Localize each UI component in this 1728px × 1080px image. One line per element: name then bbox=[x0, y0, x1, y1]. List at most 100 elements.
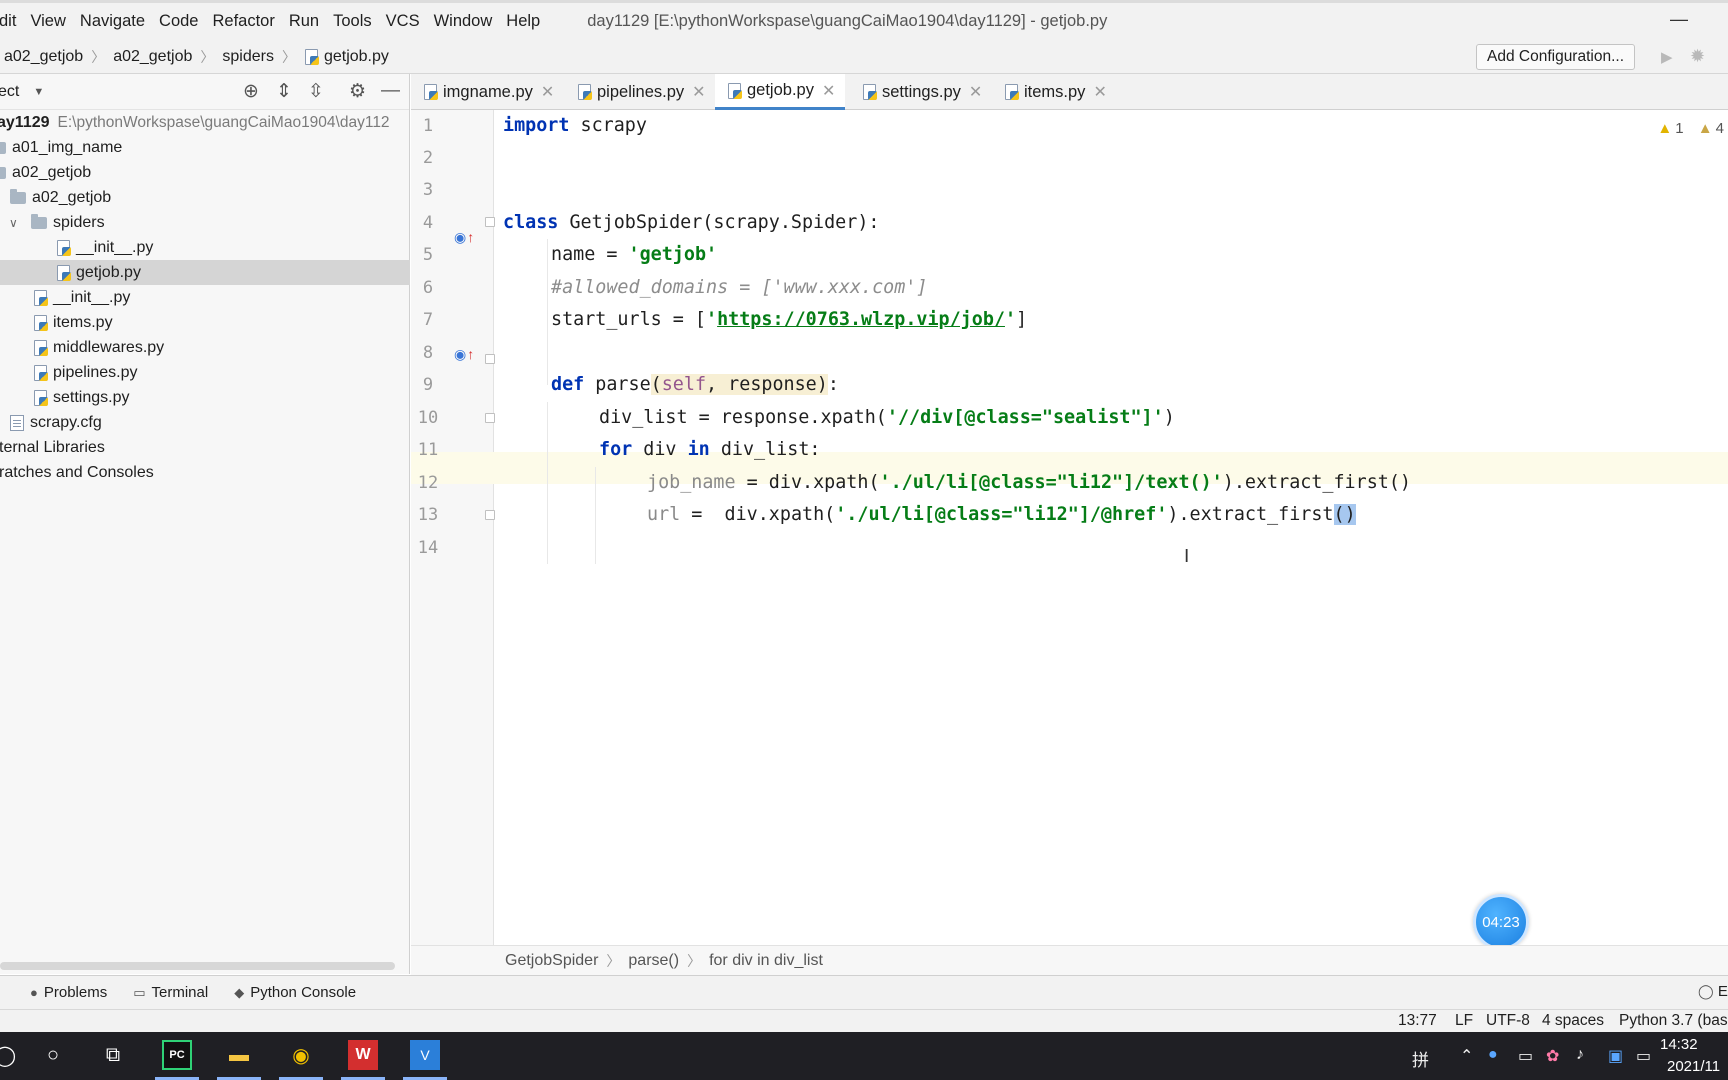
tree-item-scrapy-cfg[interactable]: scrapy.cfg bbox=[0, 410, 410, 435]
volume-icon[interactable]: ♪ bbox=[1576, 1046, 1584, 1064]
tree-item-scratches[interactable]: ratches and Consoles bbox=[0, 460, 410, 485]
tree-item-pipelines[interactable]: pipelines.py bbox=[0, 360, 410, 385]
expand-all-icon[interactable]: ⇕ bbox=[276, 80, 292, 103]
recorder-icon[interactable]: V bbox=[410, 1040, 440, 1070]
menu-bar: dit View Navigate Code Refactor Run Tool… bbox=[0, 0, 1728, 40]
chevron-up-icon[interactable]: ⌃ bbox=[1460, 1046, 1473, 1066]
tree-item-label: ay1129 bbox=[0, 113, 50, 131]
start-icon[interactable]: ◯ bbox=[0, 1040, 20, 1070]
gear-icon[interactable]: ⚙ bbox=[349, 80, 366, 103]
line-separator[interactable]: LF bbox=[1455, 1012, 1473, 1030]
breadcrumb-loop[interactable]: for div in div_list bbox=[709, 952, 823, 970]
tab-imgname[interactable]: imgname.py ✕ bbox=[423, 74, 554, 110]
tree-item-external-libraries[interactable]: ternal Libraries bbox=[0, 435, 410, 460]
close-icon[interactable]: ✕ bbox=[541, 82, 554, 102]
close-icon[interactable]: ✕ bbox=[692, 82, 705, 102]
nav-crumb-file[interactable]: getjob.py bbox=[324, 48, 389, 66]
run-icon[interactable]: ▶ bbox=[1661, 48, 1673, 66]
security-icon[interactable]: ● bbox=[1488, 1046, 1498, 1064]
menu-code[interactable]: Code bbox=[152, 12, 205, 31]
event-log-button[interactable]: ◯ E bbox=[1698, 983, 1728, 1000]
tab-pipelines[interactable]: pipelines.py ✕ bbox=[577, 74, 706, 110]
python-file-icon bbox=[33, 364, 49, 381]
problems-icon: ● bbox=[30, 985, 38, 1000]
menu-navigate[interactable]: Navigate bbox=[73, 12, 152, 31]
code-editor[interactable]: 1 2 3 4 5 6 7 8 9 10 11 12 13 14 ◉↑ ◉↑ i… bbox=[411, 110, 1728, 945]
problems-tool-button[interactable]: ● Problems bbox=[30, 984, 107, 1001]
menu-window[interactable]: Window bbox=[427, 12, 500, 31]
python-file-icon bbox=[862, 84, 878, 100]
display-icon[interactable]: ▭ bbox=[1518, 1046, 1533, 1066]
python-interpreter[interactable]: Python 3.7 (bas bbox=[1619, 1012, 1728, 1030]
timer-badge[interactable]: 04:23 bbox=[1473, 894, 1529, 950]
collapse-all-icon[interactable]: ⇳ bbox=[308, 80, 324, 103]
menu-view[interactable]: View bbox=[23, 12, 72, 31]
override-method-icon[interactable]: ◉↑ bbox=[454, 346, 474, 363]
menu-tools[interactable]: Tools bbox=[326, 12, 379, 31]
recorder-tray-icon[interactable]: ▣ bbox=[1608, 1046, 1623, 1066]
tab-items[interactable]: items.py ✕ bbox=[1004, 74, 1107, 110]
fold-icon[interactable] bbox=[485, 354, 495, 364]
warning-icon: ▲ bbox=[1657, 120, 1673, 137]
nav-crumb-spiders[interactable]: spiders bbox=[222, 48, 274, 66]
url-link[interactable]: https://0763.wlzp.vip/job/ bbox=[717, 309, 1005, 330]
tree-item-settings[interactable]: settings.py bbox=[0, 385, 410, 410]
chevron-down-icon[interactable]: ∨ bbox=[9, 216, 23, 230]
tree-item-items[interactable]: items.py bbox=[0, 310, 410, 335]
code-line-6: #allowed_domains = ['www.xxx.com'] bbox=[551, 277, 928, 298]
tree-item-a02-getjob[interactable]: a02_getjob bbox=[0, 160, 410, 185]
close-icon[interactable]: ✕ bbox=[1093, 82, 1106, 102]
close-icon[interactable]: ✕ bbox=[969, 82, 982, 102]
clock-date[interactable]: 2021/11 bbox=[1667, 1058, 1720, 1075]
add-configuration-button[interactable]: Add Configuration... bbox=[1476, 44, 1636, 70]
breadcrumb-method[interactable]: parse() bbox=[628, 952, 679, 970]
caret-position[interactable]: 13:77 bbox=[1398, 1012, 1437, 1030]
python-console-tool-button[interactable]: ◆ Python Console bbox=[234, 984, 356, 1001]
tab-getjob[interactable]: getjob.py ✕ bbox=[715, 74, 846, 110]
inspection-widget[interactable]: ▲ 1 ▲ 4 bbox=[1657, 120, 1724, 137]
tree-item-spiders[interactable]: ∨ spiders bbox=[0, 210, 410, 235]
menu-help[interactable]: Help bbox=[499, 12, 547, 31]
tree-item-getjob[interactable]: getjob.py bbox=[0, 260, 410, 285]
tree-item-a01-img-name[interactable]: a01_img_name bbox=[0, 135, 410, 160]
locate-icon[interactable]: ⊕ bbox=[243, 80, 259, 103]
pycharm-icon[interactable]: PC bbox=[162, 1040, 192, 1070]
editor-breadcrumb: GetjobSpider 〉 parse() 〉 for div in div_… bbox=[411, 945, 1728, 975]
clock-time[interactable]: 14:32 bbox=[1660, 1036, 1698, 1053]
tree-item-init[interactable]: __init__.py bbox=[0, 285, 410, 310]
project-panel-title[interactable]: ect bbox=[0, 83, 19, 101]
menu-vcs[interactable]: VCS bbox=[379, 12, 427, 31]
code-line-13: url = div.xpath('./ul/li[@class="li12"]/… bbox=[647, 504, 1356, 525]
app-tray-icon[interactable]: ✿ bbox=[1546, 1046, 1559, 1066]
tab-settings[interactable]: settings.py ✕ bbox=[862, 74, 982, 110]
menu-refactor[interactable]: Refactor bbox=[205, 12, 281, 31]
hide-panel-icon[interactable]: — bbox=[381, 80, 400, 102]
search-icon[interactable]: ○ bbox=[38, 1040, 68, 1070]
indent-setting[interactable]: 4 spaces bbox=[1542, 1012, 1604, 1030]
menu-run[interactable]: Run bbox=[282, 12, 326, 31]
tree-item-middlewares[interactable]: middlewares.py bbox=[0, 335, 410, 360]
python-file-icon bbox=[56, 239, 72, 256]
code-line-7: start_urls = ['https://0763.wlzp.vip/job… bbox=[551, 309, 1028, 330]
python-file-icon bbox=[33, 289, 49, 306]
debug-icon[interactable]: ✹ bbox=[1690, 46, 1705, 67]
breadcrumb-class[interactable]: GetjobSpider bbox=[505, 952, 598, 970]
close-icon[interactable]: ✕ bbox=[822, 81, 835, 101]
wps-icon[interactable]: W bbox=[348, 1040, 378, 1070]
terminal-tool-button[interactable]: ▭ Terminal bbox=[133, 984, 208, 1001]
tree-item-a02-getjob-package[interactable]: a02_getjob bbox=[0, 185, 410, 210]
task-view-icon[interactable]: ⧉ bbox=[98, 1040, 128, 1070]
tree-item-spiders-init[interactable]: __init__.py bbox=[0, 235, 410, 260]
tree-item-root[interactable]: ay1129 E:\pythonWorkspase\guangCaiMao190… bbox=[0, 110, 410, 135]
ime-indicator[interactable]: 拼 bbox=[1412, 1046, 1429, 1071]
minimize-button[interactable]: — bbox=[1670, 9, 1688, 30]
menu-edit[interactable]: dit bbox=[0, 12, 23, 31]
battery-icon[interactable]: ▭ bbox=[1636, 1046, 1651, 1066]
file-explorer-icon[interactable]: ▬ bbox=[224, 1040, 254, 1070]
nav-crumb-project[interactable]: a02_getjob bbox=[4, 48, 83, 66]
file-encoding[interactable]: UTF-8 bbox=[1486, 1012, 1530, 1030]
dropdown-arrow-icon[interactable]: ▼ bbox=[33, 86, 44, 98]
nav-crumb-package[interactable]: a02_getjob bbox=[113, 48, 192, 66]
horizontal-scrollbar[interactable] bbox=[0, 962, 395, 970]
chrome-icon[interactable]: ◉ bbox=[286, 1040, 316, 1070]
